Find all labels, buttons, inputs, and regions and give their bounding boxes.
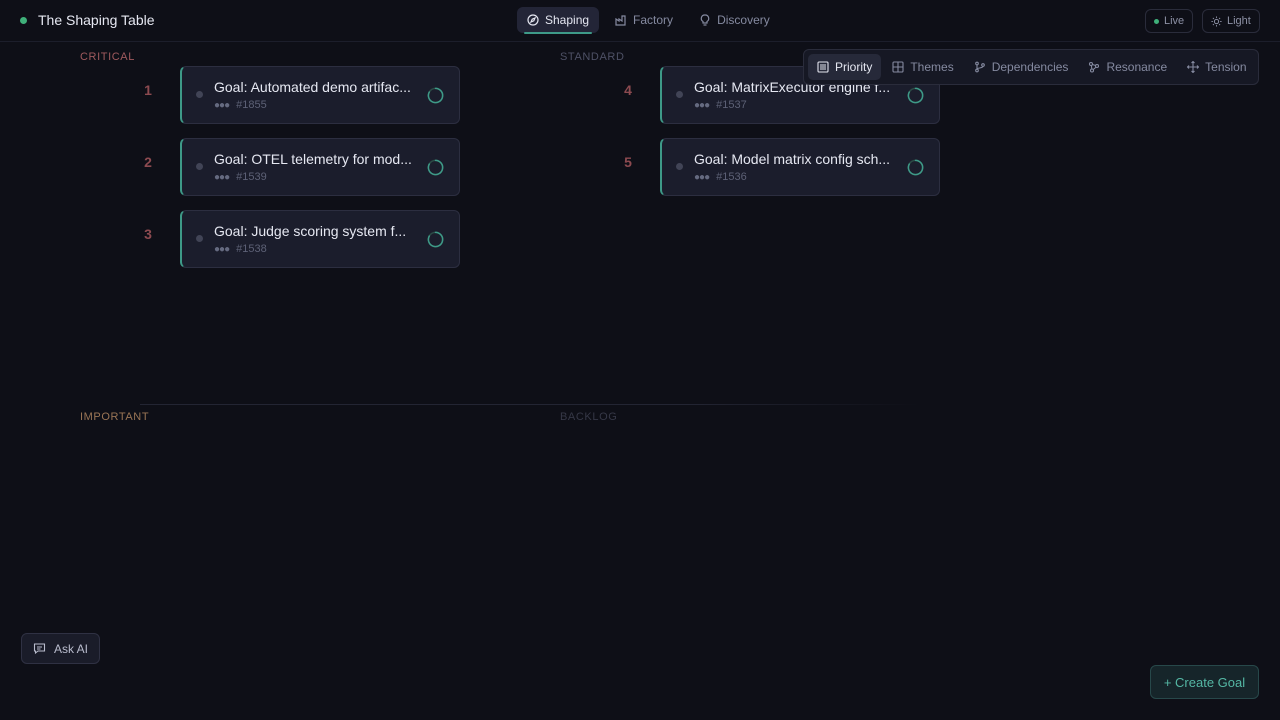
view-tab-resonance[interactable]: Resonance: [1079, 54, 1176, 80]
goal-status-dot: [196, 163, 203, 170]
goal-meta: ●●● #1537: [694, 99, 747, 111]
goal-card[interactable]: Goal: Automated demo artifac... ●●● #185…: [180, 66, 460, 124]
goal-meta: ●●● #1538: [214, 243, 267, 255]
progress-spinner-icon: [907, 87, 924, 104]
tab-factory[interactable]: Factory: [605, 7, 683, 33]
tab-shaping[interactable]: Shaping: [517, 7, 600, 34]
ask-ai-label: Ask AI: [54, 641, 89, 656]
goal-card[interactable]: Goal: OTEL telemetry for mod... ●●● #153…: [180, 138, 460, 196]
tab-label: Factory: [633, 13, 674, 27]
goal-card[interactable]: Goal: Model matrix config sch... ●●● #15…: [660, 138, 940, 196]
more-dots-icon: ●●●: [214, 171, 230, 183]
more-dots-icon: ●●●: [694, 171, 710, 183]
goal-status-dot: [676, 91, 683, 98]
progress-spinner-icon: [427, 87, 444, 104]
theme-toggle-button[interactable]: Light: [1202, 9, 1260, 33]
view-tab-priority[interactable]: Priority: [808, 54, 882, 80]
goal-rank: 3: [144, 226, 152, 242]
move-icon: [1187, 61, 1200, 73]
quadrant-label-backlog: BACKLOG: [560, 411, 618, 423]
goal-status-dot: [676, 163, 683, 170]
more-dots-icon: ●●●: [214, 243, 230, 255]
goal-rank: 2: [144, 154, 152, 170]
ask-ai-button[interactable]: Ask AI: [21, 633, 101, 664]
theme-label: Light: [1227, 15, 1251, 27]
goal-id: #1539: [236, 171, 267, 183]
view-tab-dependencies[interactable]: Dependencies: [965, 54, 1078, 80]
goal-id: #1855: [236, 99, 267, 111]
view-tab-label: Themes: [910, 60, 954, 74]
goal-rank: 5: [624, 154, 632, 170]
goal-rank: 4: [624, 82, 632, 98]
view-tab-themes[interactable]: Themes: [883, 54, 962, 80]
goal-title: Goal: OTEL telemetry for mod...: [214, 151, 412, 167]
app-title: The Shaping Table: [38, 12, 155, 28]
main-nav: Shaping Factory Discovery: [517, 7, 786, 34]
factory-icon: [615, 15, 626, 26]
goal-card[interactable]: Goal: Judge scoring system f... ●●● #153…: [180, 210, 460, 268]
quadrant-label-important: IMPORTANT: [80, 411, 150, 423]
more-dots-icon: ●●●: [694, 99, 710, 111]
branch-icon: [974, 61, 985, 73]
tab-label: Discovery: [717, 13, 770, 27]
view-switcher: Priority Themes Dependencies Resonance T…: [803, 49, 1259, 85]
goal-status-dot: [196, 235, 203, 242]
more-dots-icon: ●●●: [214, 99, 230, 111]
quadrant-label-standard: STANDARD: [560, 51, 625, 63]
goal-rank: 1: [144, 82, 152, 98]
progress-spinner-icon: [427, 231, 444, 248]
quadrant-label-critical: CRITICAL: [80, 51, 135, 63]
goal-status-dot: [196, 91, 203, 98]
create-goal-button[interactable]: + Create Goal: [1150, 665, 1259, 699]
view-tab-label: Priority: [835, 60, 873, 74]
live-dot: [1154, 18, 1159, 24]
live-label: Live: [1164, 15, 1185, 27]
status-dot: [20, 16, 27, 24]
goal-meta: ●●● #1539: [214, 171, 267, 183]
progress-spinner-icon: [907, 159, 924, 176]
network-icon: [1089, 61, 1100, 73]
goal-title: Goal: Judge scoring system f...: [214, 223, 407, 239]
progress-spinner-icon: [427, 159, 444, 176]
view-tab-label: Resonance: [1106, 60, 1168, 74]
grid-icon: [892, 61, 904, 73]
live-indicator[interactable]: Live: [1145, 9, 1194, 33]
view-tab-label: Tension: [1205, 60, 1247, 74]
goal-id: #1537: [716, 99, 747, 111]
list-icon: [817, 61, 829, 73]
top-bar: The Shaping Table Shaping Factory Discov…: [0, 0, 1280, 42]
tab-discovery[interactable]: Discovery: [689, 7, 780, 33]
brand: The Shaping Table: [20, 12, 155, 28]
quadrant-divider: [140, 404, 920, 405]
chat-icon: [33, 643, 46, 655]
goal-title: Goal: Automated demo artifac...: [214, 79, 411, 95]
lightbulb-icon: [700, 14, 710, 26]
sun-icon: [1211, 15, 1222, 27]
tab-label: Shaping: [545, 13, 590, 27]
goal-title: Goal: Model matrix config sch...: [694, 151, 891, 167]
view-tab-tension[interactable]: Tension: [1178, 54, 1255, 80]
compass-icon: [527, 14, 539, 26]
goal-meta: ●●● #1536: [694, 171, 747, 183]
goal-meta: ●●● #1855: [214, 99, 267, 111]
goal-id: #1538: [236, 243, 267, 255]
goal-id: #1536: [716, 171, 747, 183]
view-tab-label: Dependencies: [991, 60, 1069, 74]
